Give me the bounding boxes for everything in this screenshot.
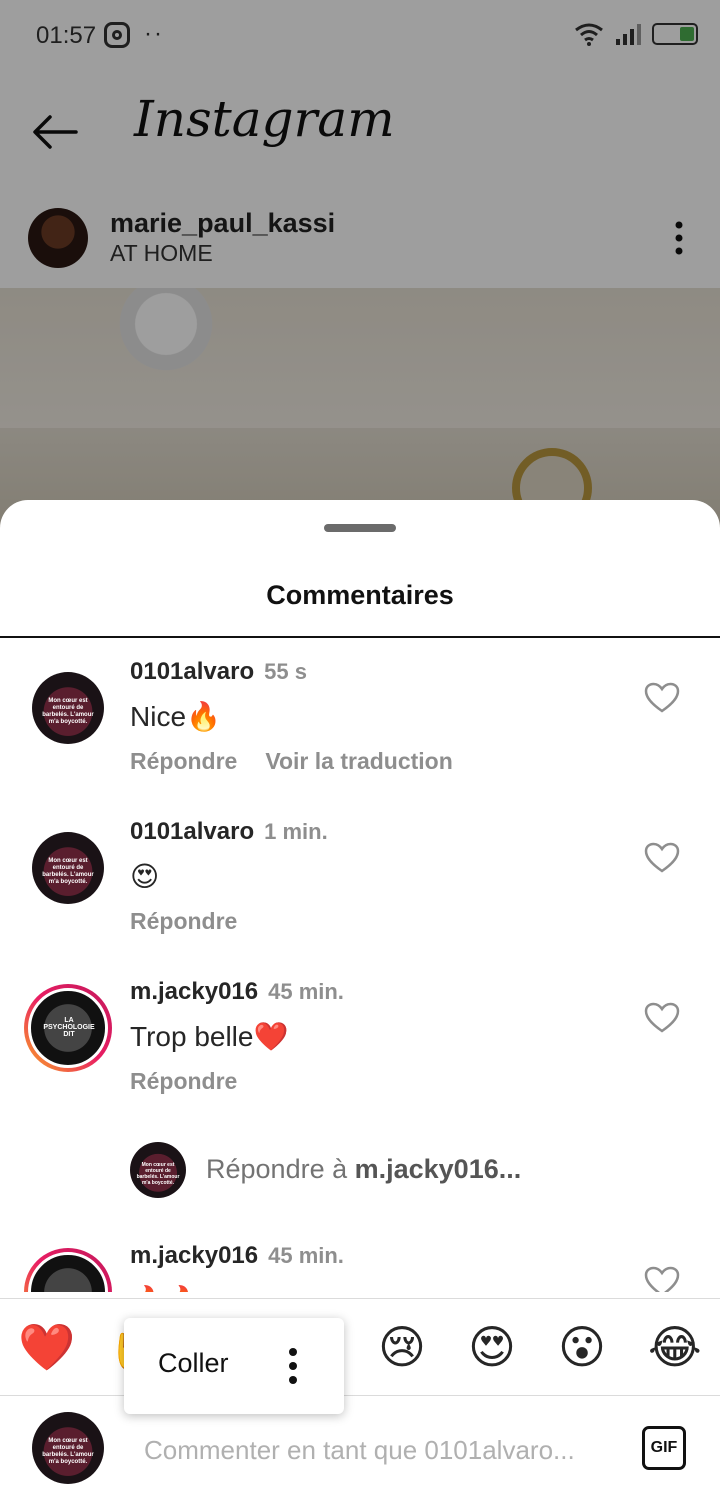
comment-input[interactable] <box>144 1430 614 1470</box>
comment-item: Mon cœur est entouré de barbelés. L'amou… <box>0 640 720 790</box>
comment-item: m.jacky016 45 min. 🔥🔥 <box>0 1224 720 1292</box>
emoji-surprised[interactable]: 😮 <box>558 1319 606 1375</box>
reply-prompt-text: Répondre à m.jacky016... <box>206 1154 522 1184</box>
heart-outline-icon[interactable] <box>644 1002 680 1034</box>
comment-text: Trop belle❤️ <box>130 1021 289 1052</box>
commenter-avatar[interactable]: Mon cœur est entouré de barbelés. L'amou… <box>32 672 104 744</box>
comments-list[interactable]: Mon cœur est entouré de barbelés. L'amou… <box>0 640 720 1292</box>
commenter-username[interactable]: 0101alvaro <box>130 818 254 845</box>
comment-time: 55 s <box>264 659 307 684</box>
comment-header: 0101alvaro 55 s <box>130 658 307 686</box>
emoji-heart-eyes[interactable]: 😍 <box>468 1319 516 1375</box>
comments-sheet: Commentaires Mon cœur est entouré de bar… <box>0 500 720 1500</box>
comment-text: Nice🔥 <box>130 701 221 732</box>
comment-composer: Mon cœur est entouré de barbelés. L'amou… <box>0 1396 720 1500</box>
comment-item: Mon cœur est entouré de barbelés. L'amou… <box>0 800 720 950</box>
commenter-username[interactable]: m.jacky016 <box>130 978 258 1005</box>
reply-button[interactable]: Répondre <box>130 1068 237 1094</box>
sheet-title: Commentaires <box>266 580 454 610</box>
reply-button[interactable]: Répondre <box>130 908 237 934</box>
own-avatar: Mon cœur est entouré de barbelés. L'amou… <box>130 1142 186 1198</box>
reply-prompt[interactable]: Mon cœur est entouré de barbelés. L'amou… <box>0 1136 720 1216</box>
comment-header: m.jacky016 45 min. <box>130 978 344 1006</box>
comment-time: 1 min. <box>264 819 328 844</box>
heart-outline-icon[interactable] <box>644 1266 680 1292</box>
commenter-avatar-story-ring[interactable]: LA PSYCHOLOGIE DIT <box>24 984 112 1072</box>
see-translation-button[interactable]: Voir la traduction <box>265 748 452 774</box>
paste-button[interactable]: Coller <box>158 1348 229 1379</box>
comment-header: m.jacky016 45 min. <box>130 1242 344 1270</box>
comment-actions: Répondre <box>130 1068 265 1095</box>
comment-text: 😍 <box>130 861 160 892</box>
reply-target-username: m.jacky016... <box>354 1154 522 1184</box>
commenter-avatar[interactable]: Mon cœur est entouré de barbelés. L'amou… <box>32 832 104 904</box>
emoji-crying[interactable]: 😢 <box>378 1319 426 1375</box>
comment-actions: Répondre <box>130 908 265 935</box>
commenter-username[interactable]: 0101alvaro <box>130 658 254 685</box>
commenter-avatar: LA PSYCHOLOGIE DIT <box>28 988 108 1068</box>
own-avatar: Mon cœur est entouré de barbelés. L'amou… <box>32 1412 104 1484</box>
emoji-quick-bar: ❤️ ✋ 😢 😍 😮 😂 <box>0 1298 720 1396</box>
more-vertical-icon[interactable] <box>288 1346 298 1386</box>
commenter-username[interactable]: m.jacky016 <box>130 1242 258 1269</box>
comment-header: 0101alvaro 1 min. <box>130 818 328 846</box>
comment-text: 🔥🔥 <box>130 1284 200 1292</box>
commenter-avatar-story-ring[interactable] <box>24 1248 112 1292</box>
sheet-drag-handle[interactable] <box>324 524 396 532</box>
comment-time: 45 min. <box>268 1243 344 1268</box>
reply-button[interactable]: Répondre <box>130 748 237 774</box>
heart-outline-icon[interactable] <box>644 842 680 874</box>
comment-item: LA PSYCHOLOGIE DIT m.jacky016 45 min. Tro… <box>0 960 720 1110</box>
heart-outline-icon[interactable] <box>644 682 680 714</box>
emoji-heart[interactable]: ❤️ <box>18 1319 75 1375</box>
sheet-divider <box>0 636 720 638</box>
comment-time: 45 min. <box>268 979 344 1004</box>
comment-actions: Répondre Voir la traduction <box>130 748 481 775</box>
commenter-avatar <box>28 1252 108 1292</box>
gif-button[interactable]: GIF <box>642 1426 686 1470</box>
emoji-laughing[interactable]: 😂 <box>648 1319 702 1375</box>
